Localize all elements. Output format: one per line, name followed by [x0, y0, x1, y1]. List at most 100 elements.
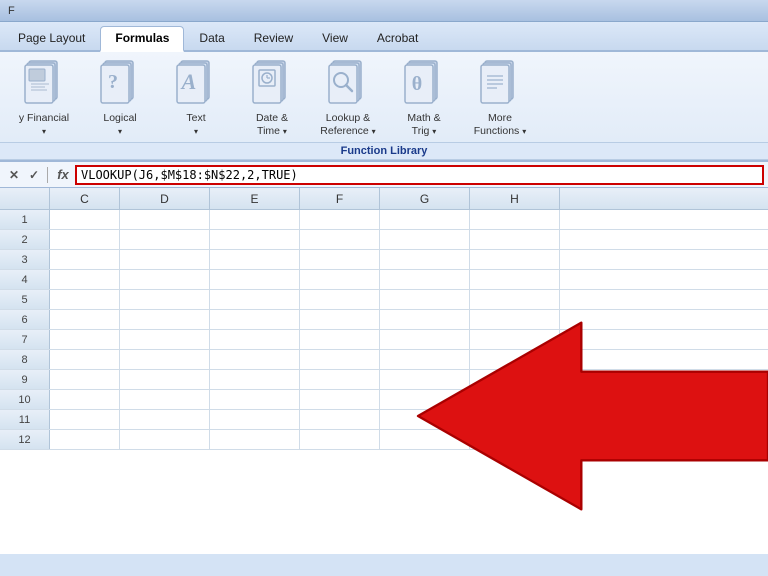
ribbon-group-more[interactable]: MoreFunctions ▾: [464, 56, 536, 142]
cell[interactable]: [300, 430, 380, 450]
cell[interactable]: [470, 330, 560, 350]
ribbon-group-datetime[interactable]: Date &Time ▾: [236, 56, 308, 142]
tab-data[interactable]: Data: [185, 27, 238, 50]
formula-bar: ✕ ✓ fx: [0, 162, 768, 188]
cell[interactable]: [210, 270, 300, 290]
cell[interactable]: [120, 350, 210, 370]
cell[interactable]: [470, 410, 560, 430]
tab-formulas[interactable]: Formulas: [100, 26, 184, 52]
cell[interactable]: [50, 350, 120, 370]
cell[interactable]: [210, 290, 300, 310]
cell[interactable]: [210, 330, 300, 350]
svg-text:θ: θ: [412, 73, 422, 95]
cancel-button[interactable]: ✕: [4, 165, 24, 185]
logical-label: Logical ▾: [103, 112, 136, 137]
ribbon-group-math[interactable]: θ Math &Trig ▾: [388, 56, 460, 142]
cell[interactable]: [50, 270, 120, 290]
cell[interactable]: [300, 410, 380, 430]
cell[interactable]: [380, 310, 470, 330]
math-book-icon: θ: [401, 58, 447, 108]
cell[interactable]: [470, 350, 560, 370]
cell[interactable]: [380, 290, 470, 310]
cell[interactable]: [120, 410, 210, 430]
cell[interactable]: [380, 210, 470, 230]
cell[interactable]: [50, 390, 120, 410]
cell[interactable]: [470, 370, 560, 390]
cell[interactable]: [120, 390, 210, 410]
cell[interactable]: [120, 370, 210, 390]
formula-input[interactable]: [75, 165, 764, 185]
cell[interactable]: [210, 310, 300, 330]
cell[interactable]: [470, 230, 560, 250]
cell[interactable]: [120, 330, 210, 350]
cell[interactable]: [50, 310, 120, 330]
svg-text:?: ?: [108, 71, 118, 93]
cell[interactable]: [470, 390, 560, 410]
cell[interactable]: [120, 290, 210, 310]
cell[interactable]: [50, 290, 120, 310]
cell[interactable]: [300, 350, 380, 370]
cell[interactable]: [300, 230, 380, 250]
math-label: Math &Trig ▾: [407, 112, 440, 137]
datetime-label: Date &Time ▾: [256, 112, 288, 137]
cell[interactable]: [380, 250, 470, 270]
cell[interactable]: [120, 230, 210, 250]
cell[interactable]: [210, 410, 300, 430]
cell[interactable]: [380, 410, 470, 430]
cell[interactable]: [300, 290, 380, 310]
cell[interactable]: [300, 390, 380, 410]
cell[interactable]: [120, 250, 210, 270]
title-bar: F: [0, 0, 768, 22]
ribbon-group-financial[interactable]: y Financial ▾: [8, 56, 80, 142]
cell[interactable]: [380, 350, 470, 370]
cell[interactable]: [380, 430, 470, 450]
tab-review[interactable]: Review: [240, 27, 307, 50]
cell[interactable]: [300, 370, 380, 390]
cell[interactable]: [470, 250, 560, 270]
table-row: 8: [0, 350, 768, 370]
cell[interactable]: [380, 370, 470, 390]
cell[interactable]: [470, 210, 560, 230]
cell[interactable]: [210, 230, 300, 250]
tab-view[interactable]: View: [308, 27, 362, 50]
cell[interactable]: [50, 370, 120, 390]
cell[interactable]: [380, 330, 470, 350]
more-label: MoreFunctions ▾: [474, 112, 526, 137]
cell[interactable]: [210, 430, 300, 450]
cell[interactable]: [50, 210, 120, 230]
cell[interactable]: [380, 390, 470, 410]
cell[interactable]: [300, 250, 380, 270]
cell[interactable]: [380, 230, 470, 250]
ribbon-group-lookup[interactable]: Lookup &Reference ▾: [312, 56, 384, 142]
ribbon-group-text[interactable]: A Text ▾: [160, 56, 232, 142]
cell[interactable]: [300, 270, 380, 290]
cell[interactable]: [300, 330, 380, 350]
cell[interactable]: [210, 350, 300, 370]
cell[interactable]: [300, 310, 380, 330]
cell[interactable]: [120, 270, 210, 290]
cell[interactable]: [470, 290, 560, 310]
cell[interactable]: [210, 250, 300, 270]
cell[interactable]: [50, 250, 120, 270]
cell[interactable]: [470, 310, 560, 330]
cell[interactable]: [210, 390, 300, 410]
tab-acrobat[interactable]: Acrobat: [363, 27, 432, 50]
confirm-button[interactable]: ✓: [24, 165, 44, 185]
cell[interactable]: [50, 410, 120, 430]
cell[interactable]: [300, 210, 380, 230]
cell[interactable]: [470, 270, 560, 290]
logical-icon-wrap: ?: [94, 56, 146, 110]
cell[interactable]: [210, 370, 300, 390]
cell[interactable]: [50, 430, 120, 450]
cell[interactable]: [120, 310, 210, 330]
tab-page-layout[interactable]: Page Layout: [4, 27, 99, 50]
ribbon-group-logical[interactable]: ? Logical ▾: [84, 56, 156, 142]
cell[interactable]: [50, 330, 120, 350]
cell[interactable]: [120, 210, 210, 230]
cell[interactable]: [50, 230, 120, 250]
fx-button[interactable]: fx: [51, 165, 75, 185]
cell[interactable]: [470, 430, 560, 450]
cell[interactable]: [120, 430, 210, 450]
cell[interactable]: [380, 270, 470, 290]
cell[interactable]: [210, 210, 300, 230]
